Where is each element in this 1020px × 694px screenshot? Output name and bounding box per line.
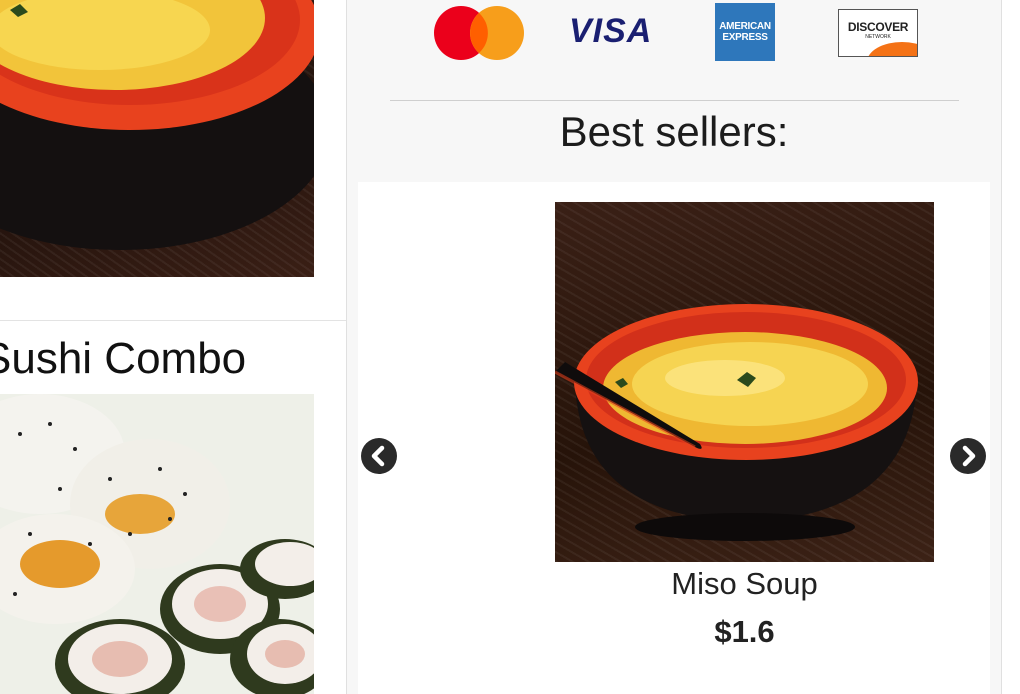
sushi-combo-photo[interactable] <box>0 394 314 694</box>
right-sidebar: VISA AMERICAN EXPRESS DISCOVER NETWORK B… <box>347 0 1001 694</box>
left-column: Sushi Combo <box>0 0 346 694</box>
visa-text: VISA <box>569 12 653 50</box>
amex-text-2: EXPRESS <box>722 32 768 43</box>
amex-text-1: AMERICAN <box>719 21 771 32</box>
amex-icon: AMERICAN EXPRESS <box>715 3 775 61</box>
discover-icon: DISCOVER NETWORK <box>838 9 918 57</box>
section-divider <box>0 320 346 321</box>
carousel-next-button[interactable] <box>950 438 986 474</box>
best-sellers-heading: Best sellers: <box>559 108 789 155</box>
carousel-prev-button[interactable] <box>361 438 397 474</box>
chevron-left-icon <box>371 445 385 467</box>
miso-soup-photo[interactable] <box>0 0 314 277</box>
slide-image[interactable] <box>555 202 934 562</box>
right-edge-divider <box>1001 0 1002 694</box>
payment-methods: VISA AMERICAN EXPRESS DISCOVER NETWORK <box>347 0 1001 70</box>
discover-sub: NETWORK <box>865 34 891 40</box>
product-title[interactable]: Sushi Combo <box>0 334 246 384</box>
separator-line <box>390 100 959 101</box>
slide-item-price: $1.6 <box>714 614 775 649</box>
slide-item-name[interactable]: Miso Soup <box>555 566 934 602</box>
mastercard-icon <box>434 6 524 60</box>
visa-icon: VISA <box>569 12 661 52</box>
best-sellers-carousel: Miso Soup $1.6 <box>358 182 990 694</box>
chevron-right-icon <box>962 445 976 467</box>
discover-text: DISCOVER <box>847 20 909 34</box>
